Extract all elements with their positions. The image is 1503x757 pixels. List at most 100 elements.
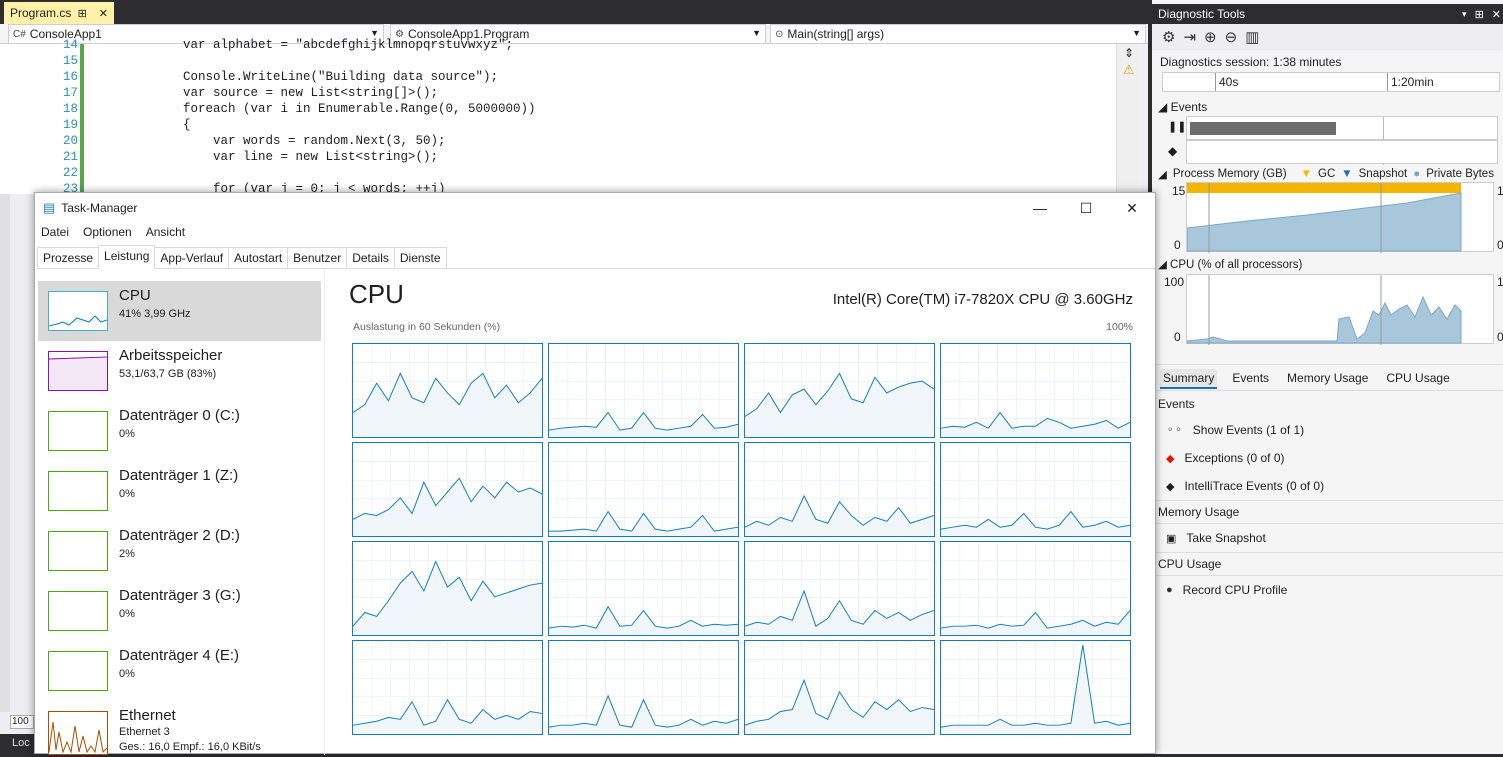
sidebar-item-label: Datenträger 3 (G:) (119, 587, 241, 604)
close-icon[interactable]: ✕ (99, 7, 108, 20)
code-line[interactable]: var line = new List<string>(); (183, 150, 438, 164)
member-dropdown[interactable]: ⊙ Main(string[] args) ▼ (770, 24, 1146, 44)
sidebar-item-disk-4[interactable]: Datenträger 4 (E:) 0% (38, 641, 321, 701)
code-line[interactable]: { (183, 118, 191, 132)
sidebar-item-disk-1[interactable]: Datenträger 1 (Z:) 0% (38, 461, 321, 521)
memory-axis-right-max: 1 (1497, 184, 1503, 198)
split-icon[interactable]: ⇕ (1124, 46, 1134, 60)
timeline-ruler[interactable]: 40s 1:20min (1162, 72, 1500, 92)
zoom-level[interactable]: 100 (10, 715, 34, 729)
sidebar-item-disk-2[interactable]: Datenträger 2 (D:) 2% (38, 521, 321, 581)
close-icon[interactable]: ✕ (1109, 193, 1155, 223)
tab-cpu-usage[interactable]: CPU Usage (1383, 369, 1452, 389)
memory-axis-min: 0 (1174, 238, 1181, 252)
cpu-performance-pane: CPU Intel(R) Core(TM) i7-7820X CPU @ 3.6… (335, 269, 1157, 755)
minimize-icon[interactable]: — (1017, 193, 1063, 223)
memory-chart[interactable] (1186, 182, 1494, 253)
menu-ansicht[interactable]: Ansicht (146, 225, 185, 239)
sidebar-item-disk-0[interactable]: Datenträger 0 (C:) 0% (38, 401, 321, 461)
sidebar-item-value: 0% (119, 668, 135, 680)
chevron-down-icon: ▼ (370, 28, 379, 38)
tab-events[interactable]: Events (1229, 369, 1272, 389)
gear-icon[interactable]: ⚙ (1162, 28, 1175, 46)
sidebar-item-cpu[interactable]: CPU 41% 3,99 GHz (38, 281, 321, 341)
export-icon[interactable]: ⇥ (1183, 28, 1196, 46)
show-events-link[interactable]: Show Events (1 of 1) (1193, 423, 1304, 437)
cpu-axis-right-min: 0 (1497, 330, 1503, 344)
task-manager-titlebar[interactable]: ▤ Task-Manager (35, 193, 1157, 223)
csharp-project-icon: C# (13, 28, 26, 40)
code-line[interactable]: Console.WriteLine("Building data source"… (183, 70, 498, 84)
cpu-axis-right-max: 1 (1497, 275, 1503, 289)
memory-track-header: ◢ Process Memory (GB) ▼ GC ▼ Snapshot ● Pri… (1158, 167, 1494, 181)
line-number: 19 (62, 118, 78, 132)
exceptions-row[interactable]: ◆ Exceptions (0 of 0) (1166, 451, 1285, 465)
logical-processor-chart (548, 343, 739, 438)
logical-processor-chart (940, 640, 1131, 735)
bar-chart-icon[interactable]: ▥ (1245, 28, 1259, 46)
zoom-in-icon[interactable]: ⊕ (1204, 28, 1217, 46)
sidebar-item-throughput: Ges.: 16,0 Empf.: 16,0 KBit/s (119, 741, 261, 753)
take-snapshot-button[interactable]: Take Snapshot (1186, 531, 1265, 545)
collapse-icon[interactable]: ◢ (1158, 167, 1167, 181)
tab-program-cs[interactable]: Program.cs ⊞ ✕ (4, 2, 114, 24)
logical-processor-chart (548, 442, 739, 537)
sidebar-item-label: CPU (119, 287, 151, 304)
events-track[interactable] (1186, 116, 1498, 165)
section-cpu-usage: CPU Usage (1158, 557, 1222, 571)
tab-autostart[interactable]: Autostart (228, 247, 289, 268)
pin-icon[interactable]: ⊞ (78, 7, 87, 20)
code-editor[interactable]: 14 var alphabet = "abcdefghijklmnopqrstuv… (0, 38, 1116, 196)
code-line[interactable]: var words = random.Next(3, 50); (183, 134, 446, 148)
cpu-track-header[interactable]: ◢ CPU (% of all processors) (1158, 257, 1302, 271)
sidebar-item-memory[interactable]: Arbeitsspeicher 53,1/63,7 GB (83%) (38, 341, 321, 401)
sidebar-item-ethernet[interactable]: Ethernet Ethernet 3 Ges.: 16,0 Empf.: 16… (38, 701, 321, 755)
menu-optionen[interactable]: Optionen (83, 225, 132, 239)
events-track-2[interactable] (1186, 140, 1498, 164)
take-snapshot-row[interactable]: ▣ Take Snapshot (1166, 531, 1266, 545)
sidebar-item-label: Arbeitsspeicher (119, 347, 223, 364)
pin-icon[interactable]: ⊞ (1475, 8, 1484, 21)
sidebar-item-value: 0% (119, 428, 135, 440)
tab-leistung[interactable]: Leistung (98, 245, 156, 269)
code-line[interactable]: var alphabet = "abcdefghijklmnopqrstuvwx… (183, 38, 513, 52)
close-icon[interactable]: ✕ (1492, 8, 1501, 21)
tab-benutzer[interactable]: Benutzer (287, 247, 348, 268)
logical-processor-chart (352, 640, 543, 735)
tab-app-verlauf[interactable]: App-Verlauf (154, 247, 230, 268)
dropdown-icon[interactable]: ▾ (1462, 9, 1467, 20)
events-track-header[interactable]: ◢ Events (1158, 100, 1207, 114)
editor-scrollbar[interactable]: ⇕ ⚠ (1116, 44, 1142, 194)
tab-details[interactable]: Details (346, 247, 395, 268)
maximize-icon[interactable]: ☐ (1063, 193, 1109, 223)
sidebar-item-label: Datenträger 0 (C:) (119, 407, 240, 424)
record-cpu-row[interactable]: ● Record CPU Profile (1166, 583, 1287, 597)
sidebar-item-disk-3[interactable]: Datenträger 3 (G:) 0% (38, 581, 321, 641)
task-manager-icon: ▤ (43, 200, 56, 215)
cpu-chart[interactable] (1186, 274, 1494, 345)
logical-processor-chart (744, 442, 935, 537)
sidebar-item-label: Datenträger 2 (D:) (119, 527, 240, 544)
zoom-out-icon[interactable]: ⊖ (1225, 28, 1238, 46)
tab-memory-usage[interactable]: Memory Usage (1284, 369, 1371, 389)
code-line[interactable]: foreach (var i in Enumerable.Range(0, 50… (183, 102, 536, 116)
tab-prozesse[interactable]: Prozesse (37, 247, 100, 268)
show-events-row[interactable]: ⚬⚬ Show Events (1 of 1) (1166, 423, 1304, 437)
panel-title: Diagnostic Tools (1158, 7, 1246, 21)
disk-thumbnail (48, 411, 108, 451)
code-line[interactable]: var source = new List<string[]>(); (183, 86, 438, 100)
disk-thumbnail (48, 531, 108, 571)
change-tracking-bar (80, 44, 84, 194)
menu-datei[interactable]: Datei (41, 225, 69, 239)
intellitrace-row[interactable]: ◆ IntelliTrace Events (0 of 0) (1166, 479, 1324, 493)
camera-icon: ▣ (1166, 532, 1177, 545)
record-cpu-profile-button[interactable]: Record CPU Profile (1183, 583, 1288, 597)
window-title: Task-Manager (61, 201, 138, 215)
tab-dienste[interactable]: Dienste (393, 247, 447, 268)
tab-summary[interactable]: Summary (1160, 369, 1218, 389)
exceptions-link[interactable]: Exceptions (0 of 0) (1184, 451, 1284, 465)
warning-icon: ⚠ (1123, 62, 1135, 77)
memory-axis-max: 15 (1172, 184, 1186, 198)
intellitrace-link[interactable]: IntelliTrace Events (0 of 0) (1184, 479, 1324, 493)
sidebar-item-value: 0% (119, 488, 135, 500)
